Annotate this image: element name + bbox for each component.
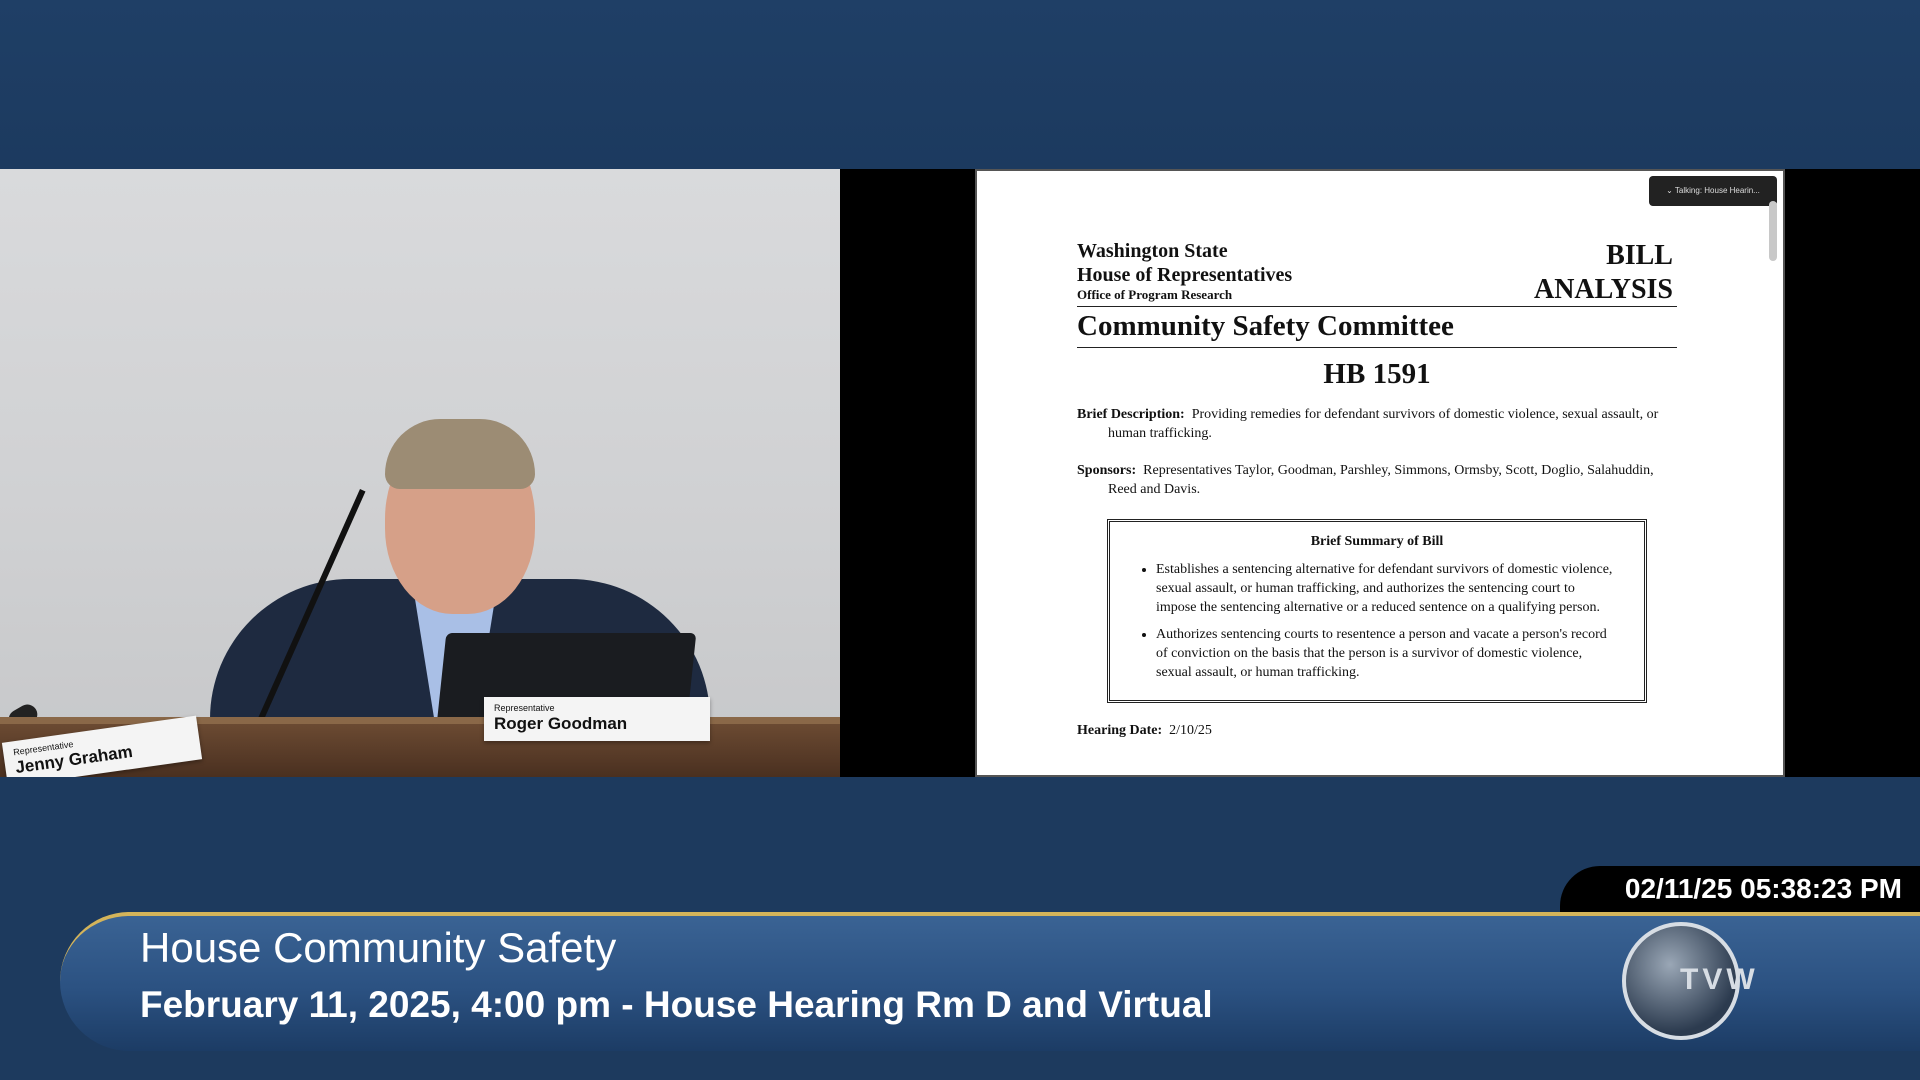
summary-title: Brief Summary of Bill [1310,534,1444,549]
program-subtitle: February 11, 2025, 4:00 pm - House Heari… [140,984,1213,1025]
doc-bill-number: HB 1591 [1323,358,1431,390]
doc-committee: Community Safety Committee [1077,310,1454,342]
summary-box: Brief Summary of Bill Establishes a sent… [1107,519,1647,703]
top-band [0,0,1920,169]
divider [1077,347,1677,348]
program-title: House Community Safety [140,924,617,971]
camera-feed: Representative Jenny Graham Representati… [0,169,840,777]
chevron-down-icon: ⌄ [1666,186,1675,195]
brief-description-label: Brief Description: [1077,407,1185,422]
hearing-date-label: Hearing Date: [1077,723,1163,738]
summary-item: Authorizes sentencing courts to resenten… [1156,625,1614,682]
doc-bill-line2: ANALYSIS [1533,274,1673,305]
summary-item: Establishes a sentencing alternative for… [1156,560,1614,617]
document-scrollbar[interactable] [1769,201,1777,261]
nameplate-name: Roger Goodman [494,714,628,733]
speaker-tooltip: ⌄ Talking: House Hearin... [1649,176,1777,206]
nameplate-title: Representative [494,703,555,713]
video-area: Representative Jenny Graham Representati… [0,169,1920,777]
sponsors-text: Representatives Taylor, Goodman, Parshle… [1108,463,1654,497]
tooltip-text: Talking: House Hearin... [1674,186,1760,195]
speaker-hair [385,419,535,489]
brief-description-text: Providing remedies for defendant survivo… [1108,407,1659,441]
summary-list: Establishes a sentencing alternative for… [1140,560,1614,682]
hearing-date-value: 2/10/25 [1169,723,1212,738]
sponsors-label: Sponsors: [1077,463,1137,478]
doc-bill-line1: BILL [1606,240,1673,271]
doc-brief-description: Brief Description: Providing remedies fo… [1077,405,1677,443]
doc-bill-analysis: BILL ANALYSIS [1534,239,1673,307]
nameplate-goodman: Representative Roger Goodman [484,697,710,741]
doc-sponsors: Sponsors: Representatives Taylor, Goodma… [1077,461,1677,499]
doc-hearing-date: Hearing Date: 2/10/25 [1077,721,1677,740]
timestamp: 02/11/25 05:38:23 PM [1560,866,1920,912]
document-viewer[interactable]: ⌄ Talking: House Hearin... Washington St… [975,169,1785,777]
document-page: Washington State House of Representative… [1077,239,1677,758]
tvw-logo-text: TVW [1680,963,1759,996]
